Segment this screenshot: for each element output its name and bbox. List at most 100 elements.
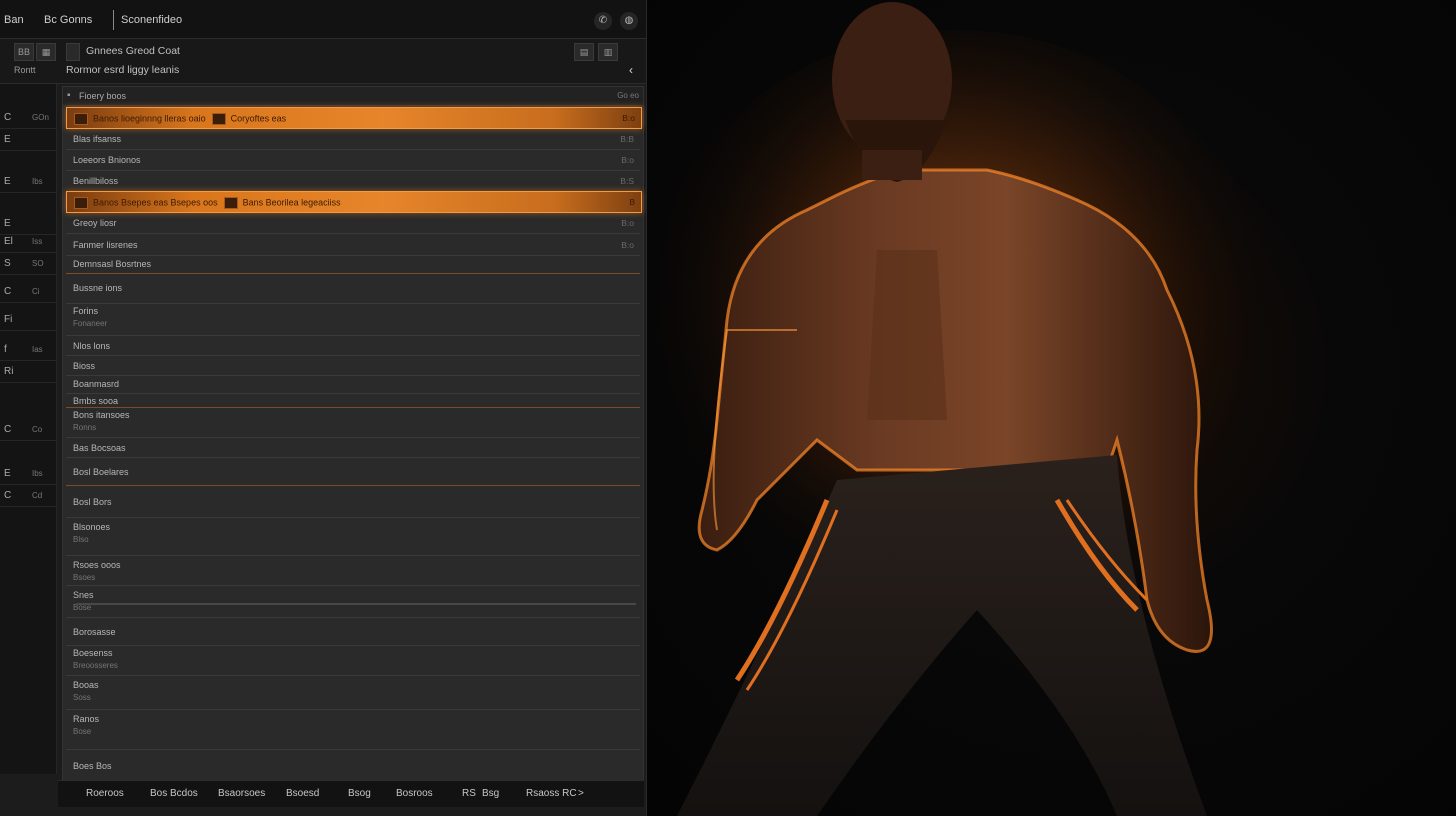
sidebar-item[interactable]: E Ibs xyxy=(0,172,56,193)
setting-value[interactable]: B:o xyxy=(621,240,634,250)
sidebar-item-icon: C xyxy=(4,112,12,123)
sidebar-item-icon: S xyxy=(4,258,11,269)
chevron-right-icon[interactable]: > xyxy=(578,788,584,799)
setting-label: Snes xyxy=(73,590,94,600)
setting-row[interactable]: Boes Bos xyxy=(66,751,640,782)
sidebar-item-label: Ibs xyxy=(32,469,43,478)
sidebar-item-label: SO xyxy=(32,259,44,268)
sidebar-item[interactable]: S SO xyxy=(0,254,56,275)
setting-sublabel: Bsoes xyxy=(73,573,96,582)
setting-value[interactable]: B:o xyxy=(621,218,634,228)
slider-track[interactable] xyxy=(76,603,636,605)
bottom-toolbar-item[interactable]: Roeroos xyxy=(86,788,124,799)
setting-row[interactable]: Nlos lons xyxy=(66,337,640,356)
layout-icon[interactable]: ▦ xyxy=(36,43,56,61)
bottom-toolbar-item[interactable]: RS xyxy=(462,788,476,799)
sidebar-item[interactable]: El Iss xyxy=(0,232,56,253)
sidebar-item[interactable]: C GOn xyxy=(0,108,56,129)
sidebar-item[interactable]: C Co xyxy=(0,420,56,441)
settings-window: Ban Bc Gonns Sconenfideo ✆ ◍ BB ▦ Gnnees… xyxy=(0,0,647,816)
setting-label: Bas Bocsoas xyxy=(73,442,126,453)
grid-icon[interactable]: BB xyxy=(14,43,34,61)
sidebar-item[interactable]: C Ci xyxy=(0,282,56,303)
panel-header-value: Go eo xyxy=(617,91,639,100)
setting-row[interactable]: Blsonoes Blso xyxy=(66,519,640,556)
setting-value[interactable]: B xyxy=(629,197,635,207)
setting-row[interactable]: Bussne ions xyxy=(66,273,640,304)
tab-ban[interactable]: Ban xyxy=(4,13,24,27)
setting-row[interactable]: Bosl Boelares xyxy=(66,459,640,486)
setting-label: Fanmer lisrenes xyxy=(73,239,138,250)
setting-row[interactable]: Greoy liosr B:o xyxy=(66,213,640,234)
setting-row[interactable]: Snes Bose xyxy=(66,587,640,618)
setting-label: Loeeors Bnionos xyxy=(73,154,141,165)
setting-row[interactable]: Bosl Bors xyxy=(66,487,640,518)
sidebar-item[interactable]: C Cd xyxy=(0,486,56,507)
bottom-toolbar-item[interactable]: Bsog xyxy=(348,788,371,799)
sidebar-item[interactable]: Fi xyxy=(0,310,56,331)
split-icon[interactable]: ▥ xyxy=(598,43,618,61)
setting-label: Bioss xyxy=(73,360,96,371)
setting-row[interactable]: Ranos Bose xyxy=(66,711,640,750)
bottom-toolbar-item[interactable]: Bos Bcdos xyxy=(150,788,198,799)
bottom-toolbar-item[interactable]: Bsaorsoes xyxy=(218,788,265,799)
bottom-toolbar-item[interactable]: Bsoesd xyxy=(286,788,319,799)
setting-row[interactable]: Booas Soss xyxy=(66,677,640,710)
color-swatch-icon[interactable] xyxy=(211,112,226,125)
tab-separator xyxy=(113,10,114,30)
setting-row[interactable]: Loeeors Bnionos B:o xyxy=(66,150,640,171)
setting-value[interactable]: B:B xyxy=(620,134,634,144)
setting-label: Greoy liosr xyxy=(73,217,117,228)
setting-row[interactable]: Forins Fonaneer xyxy=(66,303,640,336)
sidebar-item[interactable]: E xyxy=(0,130,56,151)
setting-row[interactable]: Boanmasrd xyxy=(66,375,640,394)
setting-label: Banos Bsepes eas Bsepes oos Bans Beorilea… xyxy=(74,196,341,209)
checkbox-icon[interactable] xyxy=(66,43,80,61)
setting-label: Demnsasl Bosrtnes xyxy=(73,258,152,269)
tab-active[interactable]: Sconenfideo xyxy=(121,13,182,27)
highlighted-setting-row[interactable]: Banos Bsepes eas Bsepes oos Bans Beorilea… xyxy=(66,191,642,213)
setting-sublabel: Soss xyxy=(73,693,91,702)
color-swatch-icon[interactable] xyxy=(74,196,88,209)
tab-bc-gonns[interactable]: Bc Gonns xyxy=(44,13,92,27)
bottom-toolbar-item[interactable]: Bosroos xyxy=(396,788,433,799)
toolbar-title: Gnnees Greod Coat xyxy=(86,45,180,57)
highlighted-setting-row[interactable]: Banos lioeginnng lleras oaio Coryoftes ea… xyxy=(66,107,642,129)
setting-label-primary: Banos lioeginnng lleras oaio xyxy=(93,112,206,123)
setting-row[interactable]: Rsoes ooos Bsoes xyxy=(66,557,640,586)
phone-icon[interactable]: ✆ xyxy=(594,12,612,30)
setting-label: Ranos xyxy=(73,714,100,724)
setting-row[interactable]: Borosasse xyxy=(66,619,640,646)
chevron-left-icon[interactable]: ‹ xyxy=(629,63,633,77)
sidebar-item[interactable]: E Ibs xyxy=(0,464,56,485)
panel-header: ▪ Fioery boos Go eo xyxy=(63,87,643,106)
setting-row[interactable]: Benillbiloss B:S xyxy=(66,171,640,192)
setting-row[interactable]: Fanmer lisrenes B:o xyxy=(66,235,640,256)
setting-row[interactable]: Blas ifsanss B:B xyxy=(66,129,640,150)
bottom-toolbar-item[interactable]: Rsaoss RC xyxy=(526,788,577,799)
toolbar-left-label[interactable]: Rontt xyxy=(14,65,36,75)
setting-label: Borosasse xyxy=(73,626,116,637)
sidebar-item[interactable]: f Ias xyxy=(0,340,56,361)
setting-value[interactable]: B:o xyxy=(622,113,635,123)
sidebar-item-label: Ibs xyxy=(32,177,43,186)
setting-sublabel: Blso xyxy=(73,535,89,544)
color-swatch-icon[interactable] xyxy=(223,196,238,209)
setting-row[interactable]: Bioss xyxy=(66,357,640,376)
setting-row[interactable]: Demnsasl Bosrtnes xyxy=(66,255,640,274)
setting-value[interactable]: B:o xyxy=(621,155,634,165)
sidebar-item-icon: E xyxy=(4,468,11,479)
sidebar-item[interactable]: Ri xyxy=(0,362,56,383)
setting-row[interactable]: Bmbs sooa xyxy=(66,393,640,408)
view-icon[interactable]: ▤ xyxy=(574,43,594,61)
setting-label: Benillbiloss xyxy=(73,175,119,186)
globe-icon[interactable]: ◍ xyxy=(620,12,638,30)
setting-row[interactable]: Boesenss Breoosseres xyxy=(66,645,640,676)
panel-header-title: Fioery boos xyxy=(79,91,127,101)
color-swatch-icon[interactable] xyxy=(74,112,88,125)
setting-row[interactable]: Bas Bocsoas xyxy=(66,439,640,458)
bottom-toolbar-item[interactable]: Bsg xyxy=(482,788,499,799)
setting-value[interactable]: B:S xyxy=(620,176,634,186)
sidebar-item-icon: El xyxy=(4,236,13,247)
setting-row[interactable]: Bons itansoes Ronns xyxy=(66,407,640,438)
